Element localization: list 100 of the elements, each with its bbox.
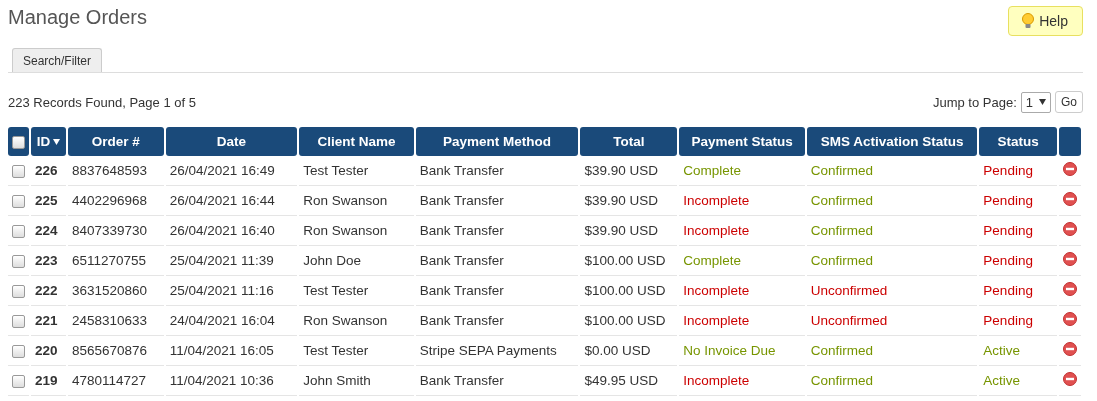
table-cell: Pending <box>979 276 1057 306</box>
column-header[interactable]: Payment Method <box>415 127 579 156</box>
table-cell[interactable]: 221 <box>31 306 66 336</box>
column-header[interactable]: SMS Activation Status <box>806 127 978 156</box>
table-cell: $0.00 USD <box>580 336 678 366</box>
table-cell: 26/04/2021 16:44 <box>165 186 298 216</box>
table-cell: 11/04/2021 10:36 <box>165 366 298 396</box>
table-cell: Complete <box>679 156 805 186</box>
table-cell[interactable]: 220 <box>31 336 66 366</box>
table-cell: 11/04/2021 16:05 <box>165 336 298 366</box>
table-cell: $100.00 USD <box>580 306 678 336</box>
table-cell: Confirmed <box>806 366 978 396</box>
table-cell: 25/04/2021 11:16 <box>165 276 298 306</box>
table-cell: 3631520860 <box>67 276 164 306</box>
delete-icon[interactable] <box>1062 342 1077 356</box>
table-cell: Confirmed <box>806 216 978 246</box>
table-cell: 4402296968 <box>67 186 164 216</box>
column-header[interactable]: ID <box>31 127 66 156</box>
delete-icon[interactable] <box>1062 252 1077 266</box>
table-cell: $39.90 USD <box>580 216 678 246</box>
delete-icon[interactable] <box>1062 312 1077 326</box>
table-cell: 26/04/2021 16:40 <box>165 216 298 246</box>
table-cell: 8407339730 <box>67 216 164 246</box>
column-header[interactable]: Total <box>580 127 678 156</box>
table-cell: Ron Swanson <box>299 306 414 336</box>
delete-icon[interactable] <box>1062 192 1077 206</box>
table-cell: Stripe SEPA Payments <box>415 336 579 366</box>
row-checkbox[interactable] <box>12 194 25 208</box>
page-title: Manage Orders <box>8 6 147 29</box>
table-cell: John Smith <box>299 366 414 396</box>
table-cell: Confirmed <box>806 336 978 366</box>
table-cell: 4780114727 <box>67 366 164 396</box>
table-cell: Bank Transfer <box>415 156 579 186</box>
table-cell: Active <box>979 366 1057 396</box>
table-cell[interactable]: 225 <box>31 186 66 216</box>
table-cell: Confirmed <box>806 186 978 216</box>
table-cell: Test Tester <box>299 276 414 306</box>
table-cell: Ron Swanson <box>299 186 414 216</box>
table-cell: Bank Transfer <box>415 246 579 276</box>
table-cell: $49.95 USD <box>580 366 678 396</box>
delete-icon[interactable] <box>1062 162 1077 176</box>
tab[interactable]: Search/Filter <box>12 48 103 72</box>
header-cell <box>1058 127 1081 156</box>
table-cell: No Invoice Due <box>679 336 805 366</box>
column-header[interactable]: Date <box>165 127 298 156</box>
table-cell: 8837648593 <box>67 156 164 186</box>
table-cell: Bank Transfer <box>415 186 579 216</box>
table-cell: Test Tester <box>299 336 414 366</box>
table-cell: John Doe <box>299 246 414 276</box>
column-header[interactable]: Client Name <box>299 127 414 156</box>
table-cell[interactable]: 222 <box>31 276 66 306</box>
table-cell: $39.90 USD <box>580 186 678 216</box>
column-header[interactable]: Payment Status <box>679 127 805 156</box>
table-cell: 24/04/2021 16:04 <box>165 306 298 336</box>
table-cell: Bank Transfer <box>415 306 579 336</box>
table-cell: Complete <box>679 246 805 276</box>
table-cell: $100.00 USD <box>580 246 678 276</box>
delete-icon[interactable] <box>1062 372 1077 386</box>
table-cell[interactable]: 219 <box>31 366 66 396</box>
table-cell: Test Tester <box>299 156 414 186</box>
table-cell: Incomplete <box>679 186 805 216</box>
go-button[interactable]: Go <box>1055 91 1083 113</box>
row-checkbox[interactable] <box>12 314 25 328</box>
delete-icon[interactable] <box>1062 222 1077 236</box>
records-info: 223 Records Found, Page 1 of 5 <box>8 94 196 110</box>
row-checkbox[interactable] <box>12 254 25 268</box>
table-cell: Pending <box>979 246 1057 276</box>
table-cell: Incomplete <box>679 366 805 396</box>
table-cell: Incomplete <box>679 276 805 306</box>
select-all-checkbox[interactable] <box>12 135 25 149</box>
table-cell: Unconfirmed <box>806 276 978 306</box>
help-button[interactable]: Help <box>1008 6 1083 36</box>
table-cell: Pending <box>979 216 1057 246</box>
table-cell: 6511270755 <box>67 246 164 276</box>
table-cell: Bank Transfer <box>415 366 579 396</box>
sort-icon <box>53 138 61 145</box>
row-checkbox[interactable] <box>12 224 25 238</box>
caret-icon <box>1039 99 1046 105</box>
table-cell: 26/04/2021 16:49 <box>165 156 298 186</box>
row-checkbox[interactable] <box>12 164 25 178</box>
table-cell: 25/04/2021 11:39 <box>165 246 298 276</box>
row-checkbox[interactable] <box>12 284 25 298</box>
row-checkbox[interactable] <box>12 344 25 358</box>
table-cell[interactable]: 223 <box>31 246 66 276</box>
table-cell: Confirmed <box>806 246 978 276</box>
table-cell: 2458310633 <box>67 306 164 336</box>
table-cell: Confirmed <box>806 156 978 186</box>
column-header[interactable]: Order # <box>67 127 164 156</box>
table-cell: Incomplete <box>679 306 805 336</box>
lightbulb-icon <box>1021 13 1036 29</box>
table-cell[interactable]: 224 <box>31 216 66 246</box>
row-checkbox[interactable] <box>12 374 25 388</box>
table-cell: Bank Transfer <box>415 276 579 306</box>
delete-icon[interactable] <box>1062 282 1077 296</box>
table-cell[interactable]: 226 <box>31 156 66 186</box>
table-cell: Pending <box>979 156 1057 186</box>
table-cell: Pending <box>979 306 1057 336</box>
jump-label: Jump to Page: <box>932 94 1017 110</box>
page-select[interactable]: 1 <box>1020 91 1051 113</box>
column-header[interactable]: Status <box>979 127 1057 156</box>
